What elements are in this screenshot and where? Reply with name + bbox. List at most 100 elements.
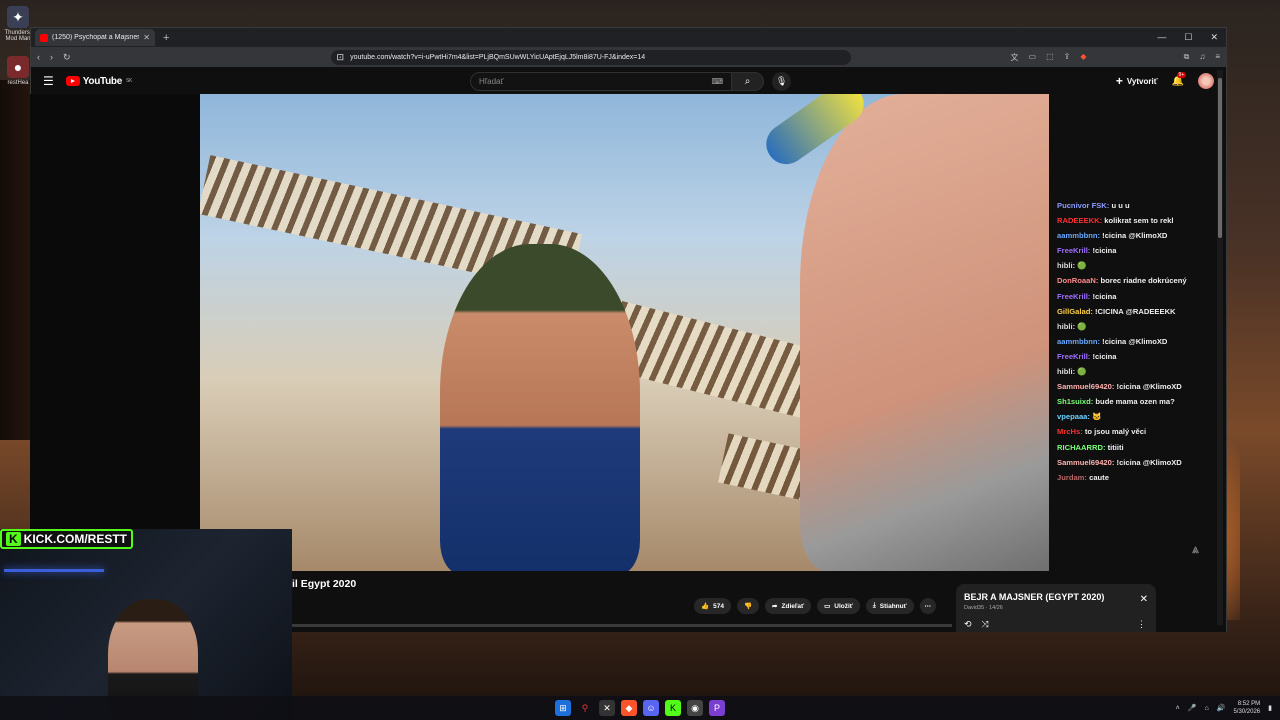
- screenshot-icon[interactable]: ⬚: [1046, 52, 1054, 63]
- menu-icon[interactable]: ≡: [1215, 52, 1220, 62]
- more-icon: ⋯: [924, 603, 931, 610]
- chat-text: !cicina: [1092, 246, 1117, 256]
- playlist-menu-icon[interactable]: ⋮: [1137, 619, 1146, 630]
- obs-icon[interactable]: ◉: [687, 700, 703, 716]
- kick-icon[interactable]: K: [665, 700, 681, 716]
- chat-text: 🟢: [1077, 261, 1087, 271]
- playlist-controls: ⟲ ⤨: [964, 619, 989, 630]
- start-icon[interactable]: ⊞: [555, 700, 571, 716]
- hamburger-menu-icon[interactable]: ☰: [43, 74, 54, 88]
- video-title: il Egypt 2020: [292, 578, 357, 590]
- scrollbar-thumb[interactable]: [1218, 78, 1222, 238]
- chat-message: FreeKrill: !cicina: [1057, 349, 1222, 364]
- desktop-icon-label: restHea: [7, 80, 29, 86]
- maximize-icon[interactable]: ☐: [1184, 32, 1192, 43]
- chat-message: FreeKrill: !cicina: [1057, 243, 1222, 258]
- thumbs-up-icon: 👍: [701, 603, 710, 610]
- close-window-icon[interactable]: ✕: [1210, 32, 1218, 43]
- chat-username[interactable]: Pucnivor FSK:: [1057, 201, 1109, 210]
- share-button[interactable]: ➦ Zdieľať: [765, 598, 812, 614]
- dislike-button[interactable]: 👎: [736, 598, 760, 614]
- page-scrollbar[interactable]: [1217, 70, 1223, 625]
- chat-username[interactable]: hibli:: [1057, 367, 1075, 376]
- loop-icon[interactable]: ⟲: [964, 619, 972, 630]
- url-field[interactable]: ⊡ youtube.com/watch?v=i-uPwtHi7m4&list=P…: [330, 49, 851, 65]
- share-icon[interactable]: ⇪: [1064, 52, 1071, 63]
- chat-text: !cicina: [1092, 291, 1117, 301]
- account-avatar[interactable]: [1198, 73, 1214, 89]
- chat-username[interactable]: FreeKrill:: [1057, 352, 1090, 361]
- search-button[interactable]: ⌕: [732, 71, 765, 91]
- voice-search-button[interactable]: 🎙: [772, 71, 792, 91]
- shuffle-icon[interactable]: ⤨: [982, 619, 989, 630]
- extensions-icon[interactable]: ⧉: [1184, 52, 1190, 62]
- divider: [292, 624, 952, 627]
- location-icon[interactable]: ⚲: [577, 700, 593, 716]
- chat-username[interactable]: hibli:: [1057, 322, 1075, 331]
- like-button[interactable]: 👍 574: [694, 598, 731, 614]
- reload-icon[interactable]: ↻: [63, 52, 71, 63]
- chat-username[interactable]: vpepaaa:: [1057, 412, 1090, 421]
- microphone-icon[interactable]: 🎤: [1188, 704, 1197, 712]
- notifications-button[interactable]: 🔔 9+: [1172, 71, 1187, 87]
- chat-text: 🟢: [1077, 367, 1087, 377]
- chat-text: !CICINA @RADEEEKK: [1095, 306, 1176, 316]
- search-placeholder: Hľadať: [479, 76, 504, 86]
- chat-username[interactable]: Sammuel69420:: [1057, 458, 1114, 467]
- xbox-icon[interactable]: ✕: [599, 700, 615, 716]
- chat-username[interactable]: RICHAARRD:: [1057, 443, 1106, 452]
- discord-icon[interactable]: ☺: [643, 700, 659, 716]
- save-button[interactable]: ▭ Uložiť: [817, 598, 860, 614]
- media-icon[interactable]: ♫: [1199, 52, 1205, 62]
- chat-username[interactable]: MrcHs:: [1057, 427, 1083, 436]
- chat-message: Sh1suixd: bude mama ozen ma?: [1057, 394, 1222, 409]
- translate-icon[interactable]: 文: [1011, 52, 1019, 63]
- clock[interactable]: 8:52 PM 5/30/2026: [1233, 700, 1260, 716]
- chat-text: u u u: [1111, 201, 1130, 210]
- notification-icon[interactable]: ▮: [1268, 704, 1272, 712]
- network-icon[interactable]: ⌂: [1204, 705, 1208, 712]
- chat-message: hibli: 🟢: [1057, 364, 1222, 379]
- brave-shield-icon[interactable]: ◆: [1080, 52, 1086, 63]
- search-input[interactable]: Hľadať ⌨: [470, 71, 733, 91]
- chat-username[interactable]: hibli:: [1057, 261, 1075, 270]
- chat-username[interactable]: Sh1suixd:: [1057, 397, 1093, 406]
- back-icon[interactable]: ‹: [37, 52, 40, 62]
- chat-username[interactable]: aammbbnn:: [1057, 231, 1100, 240]
- video-frame[interactable]: [200, 94, 1049, 571]
- chat-message: hibli: 🟢: [1057, 319, 1222, 334]
- download-button[interactable]: ⤓ Stiahnuť: [865, 598, 914, 614]
- chat-username[interactable]: Jurdam:: [1057, 473, 1087, 482]
- chat-text: to jsou malý věci: [1084, 427, 1147, 437]
- chat-username[interactable]: FreeKrill:: [1057, 246, 1090, 255]
- close-tab-icon[interactable]: ✕: [143, 33, 150, 42]
- playlist-title[interactable]: BEJR A MAJSNER (EGYPT 2020): [964, 592, 1148, 602]
- chat-username[interactable]: aammbbnn:: [1057, 337, 1100, 346]
- tab-icon[interactable]: ▭: [1029, 52, 1037, 63]
- create-button[interactable]: + Vytvoriť: [1116, 74, 1158, 88]
- youtube-logo[interactable]: YouTube SK: [65, 76, 132, 87]
- browser-tab[interactable]: (1250) Psychopat a Majsner ✕: [35, 29, 155, 46]
- chat-username[interactable]: RADEEEKK:: [1057, 216, 1102, 225]
- desktop-icon-resthea[interactable]: ● restHea: [4, 56, 32, 86]
- bookmark-icon[interactable]: ⊡: [337, 52, 345, 63]
- more-actions-button[interactable]: ⋯: [919, 598, 936, 614]
- new-tab-icon[interactable]: +: [163, 32, 169, 44]
- brave-icon[interactable]: ◆: [621, 700, 637, 716]
- keyboard-icon[interactable]: ⌨: [712, 77, 724, 86]
- chat-username[interactable]: DonRoaaN:: [1057, 276, 1098, 285]
- chevron-up-icon[interactable]: ˄: [1176, 705, 1180, 712]
- desktop-icon-label: Thunderst Mod Man: [4, 30, 32, 42]
- chat-username[interactable]: FreeKrill:: [1057, 292, 1090, 301]
- chat-message: MrcHs: to jsou malý věci: [1057, 424, 1222, 439]
- volume-icon[interactable]: 🔊: [1217, 704, 1226, 712]
- app-icon[interactable]: P: [709, 700, 725, 716]
- close-icon[interactable]: ✕: [1140, 594, 1148, 605]
- minimize-icon[interactable]: —: [1157, 32, 1166, 43]
- chat-username[interactable]: GillGalad:: [1057, 307, 1093, 316]
- time: 8:52 PM: [1237, 701, 1261, 707]
- desktop-icon-thunderstore[interactable]: ✦ Thunderst Mod Man: [4, 6, 32, 42]
- forward-icon[interactable]: ›: [50, 52, 53, 62]
- video-player[interactable]: [30, 94, 1049, 571]
- chat-username[interactable]: Sammuel69420:: [1057, 382, 1114, 391]
